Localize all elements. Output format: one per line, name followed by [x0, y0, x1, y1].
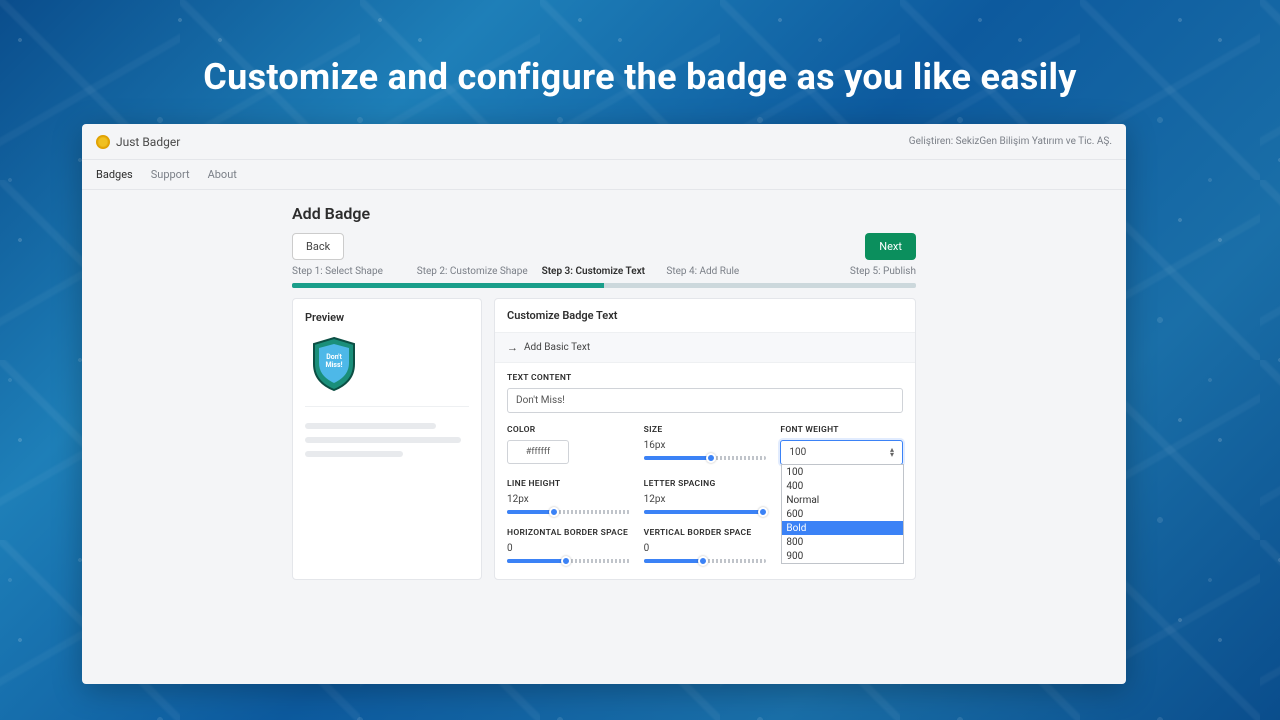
letter-spacing-value: 12px: [644, 494, 767, 505]
line-height-value: 12px: [507, 494, 630, 505]
nav-tab-badges[interactable]: Badges: [96, 168, 133, 181]
color-input[interactable]: #ffffff: [507, 440, 569, 464]
page-body: Add Badge Back Next Step 1: Select Shape…: [82, 190, 1126, 580]
app-window: Just Badger Geliştiren: SekizGen Bilişim…: [82, 124, 1126, 684]
step-3[interactable]: Step 3: Customize Text: [542, 266, 667, 277]
size-value: 16px: [644, 440, 767, 451]
skeleton-line: [305, 437, 461, 443]
dropdown-item[interactable]: Normal: [782, 493, 903, 507]
next-button[interactable]: Next: [865, 233, 916, 260]
customize-title: Customize Badge Text: [495, 299, 915, 333]
brand-name: Just Badger: [116, 135, 180, 149]
dropdown-item[interactable]: 900: [782, 549, 903, 563]
step-5[interactable]: Step 5: Publish: [791, 266, 916, 277]
font-weight-select[interactable]: 100 ▴▾ 100 400 Normal 600 Bold 800 900: [780, 440, 903, 465]
wizard-steps: Step 1: Select Shape Step 2: Customize S…: [292, 266, 916, 277]
badge-shield-icon: Don'tMiss!: [309, 336, 359, 392]
dropdown-item[interactable]: 100: [782, 465, 903, 479]
nav-tabs: Badges Support About: [82, 160, 1126, 190]
progress-fill: [292, 283, 604, 288]
app-header: Just Badger Geliştiren: SekizGen Bilişim…: [82, 124, 1126, 160]
add-basic-text-button[interactable]: → Add Basic Text: [495, 333, 915, 363]
font-weight-label: FONT WEIGHT: [780, 425, 903, 435]
back-button[interactable]: Back: [292, 233, 344, 260]
step-1[interactable]: Step 1: Select Shape: [292, 266, 417, 277]
h-border-label: HORIZONTAL BORDER SPACE: [507, 528, 630, 538]
color-label: COLOR: [507, 425, 630, 435]
step-2[interactable]: Step 2: Customize Shape: [417, 266, 542, 277]
arrow-right-icon: →: [507, 341, 518, 354]
brand: Just Badger: [96, 135, 180, 149]
h-border-value: 0: [507, 543, 630, 554]
page-title: Add Badge: [292, 204, 916, 223]
font-weight-dropdown: 100 400 Normal 600 Bold 800 900: [781, 464, 904, 564]
dropdown-item[interactable]: 800: [782, 535, 903, 549]
skeleton-line: [305, 451, 403, 457]
dropdown-item[interactable]: 400: [782, 479, 903, 493]
brand-icon: [96, 135, 110, 149]
letter-spacing-label: LETTER SPACING: [644, 479, 767, 489]
h-border-slider[interactable]: [507, 559, 630, 563]
letter-spacing-slider[interactable]: [644, 510, 767, 514]
size-label: SIZE: [644, 425, 767, 435]
text-content-label: TEXT CONTENT: [507, 373, 903, 383]
size-slider[interactable]: [644, 456, 767, 460]
preview-card: Preview Don'tMiss!: [292, 298, 482, 580]
customize-card: Customize Badge Text → Add Basic Text TE…: [494, 298, 916, 580]
skeleton-line: [305, 423, 436, 429]
nav-tab-support[interactable]: Support: [151, 168, 190, 181]
preview-title: Preview: [305, 311, 469, 324]
text-content-input[interactable]: [507, 388, 903, 413]
v-border-label: VERTICAL BORDER SPACE: [644, 528, 767, 538]
line-height-slider[interactable]: [507, 510, 630, 514]
select-arrows-icon: ▴▾: [890, 448, 894, 458]
v-border-value: 0: [644, 543, 767, 554]
developer-text: Geliştiren: SekizGen Bilişim Yatırım ve …: [909, 136, 1112, 147]
dropdown-item[interactable]: 600: [782, 507, 903, 521]
badge-text: Don'tMiss!: [309, 354, 359, 369]
nav-tab-about[interactable]: About: [208, 168, 237, 181]
line-height-label: LINE HEIGHT: [507, 479, 630, 489]
step-4[interactable]: Step 4: Add Rule: [666, 266, 791, 277]
dropdown-item[interactable]: Bold: [782, 521, 903, 535]
progress-bar: [292, 283, 916, 288]
hero-title: Customize and configure the badge as you…: [0, 56, 1280, 98]
v-border-slider[interactable]: [644, 559, 767, 563]
